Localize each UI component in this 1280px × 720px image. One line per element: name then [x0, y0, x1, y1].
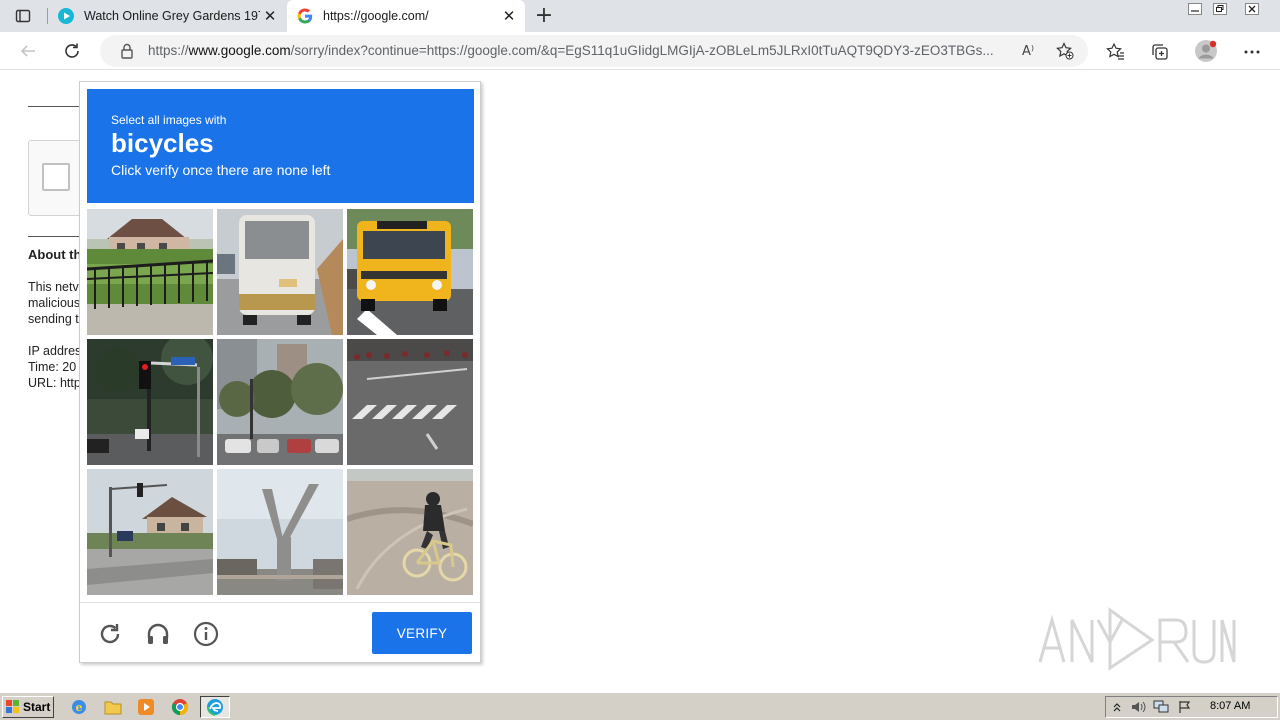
more-menu-icon[interactable] — [1240, 40, 1264, 64]
profile-avatar[interactable] — [1194, 39, 1218, 63]
tab-title: https://google.com/ — [323, 9, 429, 23]
refresh-button[interactable] — [58, 37, 86, 65]
window-close-icon[interactable] — [1240, 0, 1264, 18]
captcha-tile-4[interactable] — [87, 339, 213, 465]
folder-quicklaunch-icon[interactable] — [103, 698, 123, 716]
url-host: www.google.com — [188, 43, 291, 58]
info-icon[interactable] — [192, 620, 220, 648]
info-line-ip: IP addres — [28, 344, 82, 358]
url-text[interactable]: https://www.google.com/sorry/index?conti… — [148, 43, 1014, 58]
start-button[interactable]: Start — [2, 696, 54, 718]
captcha-tile-3[interactable] — [347, 209, 473, 335]
back-arrow-icon — [20, 45, 35, 57]
lock-icon[interactable] — [118, 42, 136, 60]
chrome-quicklaunch-icon[interactable] — [170, 698, 190, 716]
captcha-tile-2[interactable] — [217, 209, 343, 335]
recaptcha-checkbox[interactable] — [42, 163, 70, 191]
captcha-tile-7[interactable] — [87, 469, 213, 595]
read-aloud-label: A⁾ — [1021, 43, 1035, 59]
verify-button[interactable]: VERIFY — [372, 612, 472, 654]
anyrun-watermark — [1036, 606, 1236, 672]
captcha-tile-6[interactable] — [347, 339, 473, 465]
tab-close-icon[interactable]: ✕ — [499, 6, 519, 26]
svg-text:e: e — [76, 701, 83, 714]
windows-logo-icon — [6, 700, 19, 713]
about-text-line: sending t — [28, 312, 79, 326]
collections-icon[interactable] — [1148, 40, 1172, 64]
media-player-quicklaunch-icon[interactable] — [136, 698, 156, 716]
address-bar[interactable]: https://www.google.com/sorry/index?conti… — [100, 35, 1088, 67]
system-tray: 8:07 AM — [1105, 696, 1278, 718]
tab-actions-icon — [15, 9, 31, 23]
instruction-line: Click verify once there are none left — [111, 162, 331, 178]
page-divider — [28, 236, 82, 237]
tab-separator — [47, 8, 48, 24]
target-object-label: bicycles — [111, 128, 214, 158]
captcha-instructions: Select all images with bicycles Click ve… — [87, 89, 474, 203]
minimize-icon[interactable] — [1183, 0, 1207, 18]
captcha-tile-1[interactable] — [87, 209, 213, 335]
about-text-line: malicious — [28, 296, 81, 310]
refresh-icon — [65, 43, 79, 58]
page-divider — [28, 106, 82, 107]
about-heading: About th — [28, 247, 82, 262]
tab-close-icon[interactable]: ✕ — [260, 6, 280, 26]
start-label: Start — [23, 700, 51, 714]
taskbar-clock[interactable]: 8:07 AM — [1210, 700, 1250, 712]
volume-icon[interactable] — [1130, 700, 1146, 714]
captcha-footer-divider — [80, 602, 480, 603]
tab-grey-gardens[interactable]: Watch Online Grey Gardens 1975 ✕ — [50, 0, 286, 32]
audio-challenge-icon[interactable] — [144, 620, 172, 648]
google-favicon-icon — [297, 8, 313, 24]
restore-icon[interactable] — [1208, 0, 1232, 18]
instruction-line: Select all images with — [111, 113, 227, 127]
tray-expand-icon[interactable] — [1109, 700, 1125, 714]
reload-challenge-icon[interactable] — [96, 620, 124, 648]
play-favicon-icon — [58, 8, 74, 24]
navigation-bar: https://www.google.com/sorry/index?conti… — [0, 32, 1280, 70]
add-favorite-icon[interactable] — [1055, 41, 1075, 61]
captcha-tile-5[interactable] — [217, 339, 343, 465]
url-scheme: https:// — [148, 43, 189, 58]
favorites-icon[interactable] — [1104, 40, 1128, 64]
ie-quicklaunch-icon[interactable]: e — [69, 698, 89, 716]
tab-strip: Watch Online Grey Gardens 1975 ✕ https:/… — [0, 0, 1280, 32]
captcha-tile-8[interactable] — [217, 469, 343, 595]
new-tab-button[interactable]: + — [532, 4, 556, 28]
network-icon[interactable] — [1153, 700, 1169, 714]
captcha-tile-9[interactable] — [347, 469, 473, 595]
tab-google[interactable]: https://google.com/ ✕ — [287, 0, 525, 32]
back-button[interactable] — [14, 37, 42, 65]
info-line-time: Time: 20 — [28, 360, 77, 374]
url-path: /sorry/index?continue=https://google.com… — [290, 43, 994, 58]
info-line-url: URL: http — [28, 376, 81, 390]
tab-actions-button[interactable] — [8, 4, 38, 28]
edge-icon — [207, 699, 223, 716]
taskbar: Start e 8:07 AM — [0, 692, 1280, 720]
about-text-line: This netv — [28, 280, 79, 294]
captcha-challenge-dialog: Select all images with bicycles Click ve… — [79, 81, 481, 663]
action-center-flag-icon[interactable] — [1177, 700, 1193, 714]
read-aloud-icon[interactable]: A⁾ — [1018, 41, 1038, 61]
tab-title: Watch Online Grey Gardens 1975 — [84, 9, 260, 23]
edge-taskbar-button[interactable] — [200, 696, 230, 718]
